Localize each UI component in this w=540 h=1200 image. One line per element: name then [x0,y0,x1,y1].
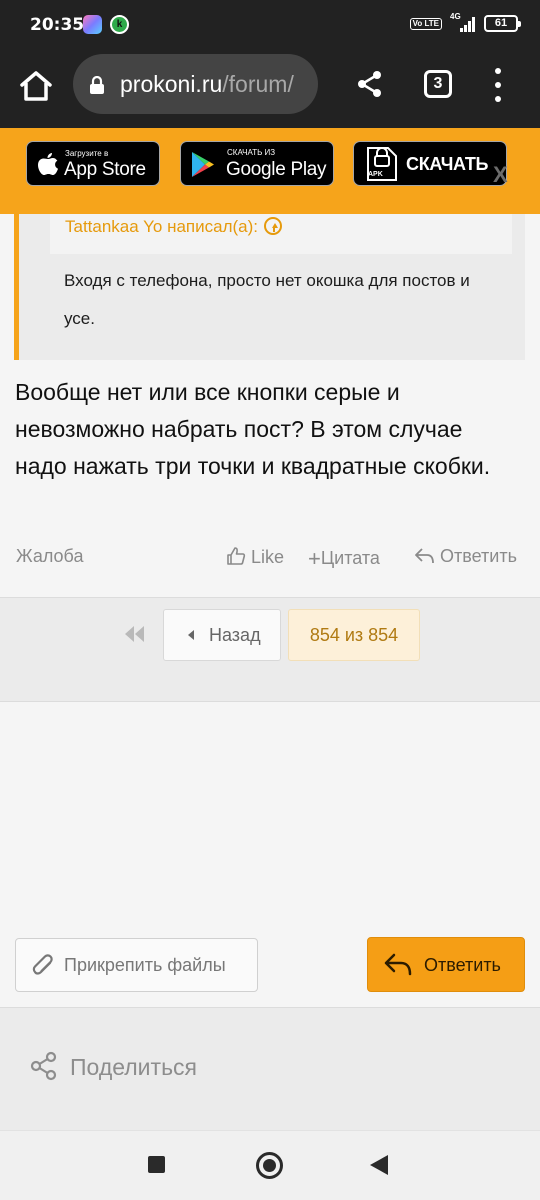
quote-author-link[interactable]: Tattankaa Yo написал(а): [65,217,283,237]
page-indicator[interactable]: 854 из 854 [288,609,420,661]
volte-icon: Vo LTE [409,17,442,30]
first-page-icon[interactable] [123,626,147,642]
share-icon[interactable] [30,1051,58,1081]
previous-page-button[interactable]: Назад [163,609,281,661]
google-play-small-label: СКАЧАТЬ ИЗ [227,148,276,157]
report-link[interactable]: Жалоба [16,546,83,567]
app-notification-icon [83,15,102,34]
google-play-big-label: Google Play [226,159,327,180]
recents-icon[interactable] [148,1156,165,1173]
reply-button[interactable]: Ответить [415,546,517,567]
attach-files-label: Прикрепить файлы [64,955,226,975]
app-download-banner: Загрузите в App Store СКАЧАТЬ ИЗ Google … [0,128,540,214]
home-icon[interactable] [18,68,54,104]
status-bar: 20:35 k Vo LTE 4G 61 [0,0,540,50]
google-play-icon [192,152,214,177]
banner-close-button[interactable]: X [493,162,508,188]
quote-author-label: Tattankaa Yo написал(а): [65,217,259,236]
apk-small-label: APK [368,171,383,178]
share-section: Поделиться [0,1007,540,1130]
back-triangle-icon[interactable] [370,1155,388,1175]
quote-header: Tattankaa Yo написал(а): [50,214,512,254]
caret-left-icon [188,630,194,640]
post-reply-label: Ответить [424,955,501,975]
system-nav-bar [0,1130,540,1200]
plus-icon: + [308,546,321,571]
share-label: Поделиться [70,1054,198,1080]
quote-text: Входя с телефона, просто нет окошка для … [64,271,470,328]
paperclip-icon [32,954,53,975]
like-label: Like [251,547,285,567]
post-reply-button[interactable]: Ответить [367,937,525,992]
post-body: Вообще нет или все кнопки серые и невозм… [15,379,491,479]
lock-icon [89,75,105,94]
battery-icon: 61 [484,15,521,32]
google-play-badge[interactable]: СКАЧАТЬ ИЗ Google Play [180,141,334,186]
quote-label: Цитата [320,548,380,568]
apple-icon [38,153,58,175]
apk-download-badge[interactable]: APK СКАЧАТЬ [353,141,507,186]
signal-icon: 4G [450,12,476,32]
thumbs-up-icon [227,547,246,565]
jump-to-quote-icon[interactable] [264,217,283,235]
url-text: prokoni.ru/forum/ [120,71,310,98]
reply-arrow-icon [415,548,434,564]
like-button[interactable]: Like [226,546,284,568]
url-path: /forum/ [222,71,294,97]
home-circle-icon[interactable] [256,1152,283,1179]
quote-button[interactable]: +Цитата [308,546,380,572]
share-icon[interactable] [356,70,384,98]
quote-block: Tattankaa Yo написал(а): Входя с телефон… [14,214,525,360]
previous-page-label: Назад [209,625,261,645]
reply-label: Ответить [440,546,517,566]
url-domain: prokoni.ru [120,71,223,97]
appstore-small-label: Загрузите в [65,149,109,158]
browser-toolbar: prokoni.ru/forum/ 3 [0,50,540,128]
status-time: 20:35 [30,15,85,35]
appstore-badge[interactable]: Загрузите в App Store [26,141,160,186]
reply-arrow-icon [384,953,412,976]
appstore-big-label: App Store [64,159,146,180]
tab-switcher-button[interactable]: 3 [424,70,452,98]
kaspersky-notification-icon: k [110,15,129,34]
pagination: Назад 854 из 854 [0,597,540,702]
system-icons: Vo LTE 4G 61 [409,12,521,32]
address-bar[interactable]: prokoni.ru/forum/ [73,54,318,114]
apk-big-label: СКАЧАТЬ [406,154,489,174]
post-actions: Жалоба Like +Цитата Ответить [0,540,540,574]
attach-files-button[interactable]: Прикрепить файлы [15,938,258,992]
more-menu-icon[interactable] [488,68,508,102]
